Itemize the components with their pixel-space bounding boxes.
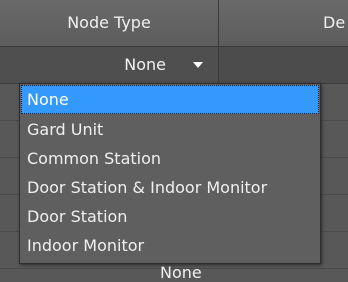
dropdown-option-door-station-indoor-monitor[interactable]: Door Station & Indoor Monitor (21, 173, 319, 202)
table-header: Node Type De (0, 0, 348, 47)
node-type-select[interactable]: None (0, 47, 219, 83)
dropdown-option-door-station[interactable]: Door Station (21, 202, 319, 231)
dropdown-option-gard-unit[interactable]: Gard Unit (21, 115, 319, 144)
node-type-dropdown-list: None Gard Unit Common Station Door Stati… (19, 83, 321, 264)
column-header-description[interactable]: De (219, 0, 348, 46)
node-type-select-value: None (124, 55, 166, 74)
description-cell[interactable] (219, 47, 348, 83)
dropdown-option-indoor-monitor[interactable]: Indoor Monitor (21, 231, 319, 260)
chevron-down-icon[interactable] (193, 62, 203, 68)
dropdown-option-common-station[interactable]: Common Station (21, 144, 319, 173)
dropdown-option-none[interactable]: None (21, 85, 319, 114)
table-row: None (0, 47, 348, 84)
column-header-node-type[interactable]: Node Type (0, 0, 219, 46)
row-node-type-value[interactable]: None (160, 264, 202, 282)
